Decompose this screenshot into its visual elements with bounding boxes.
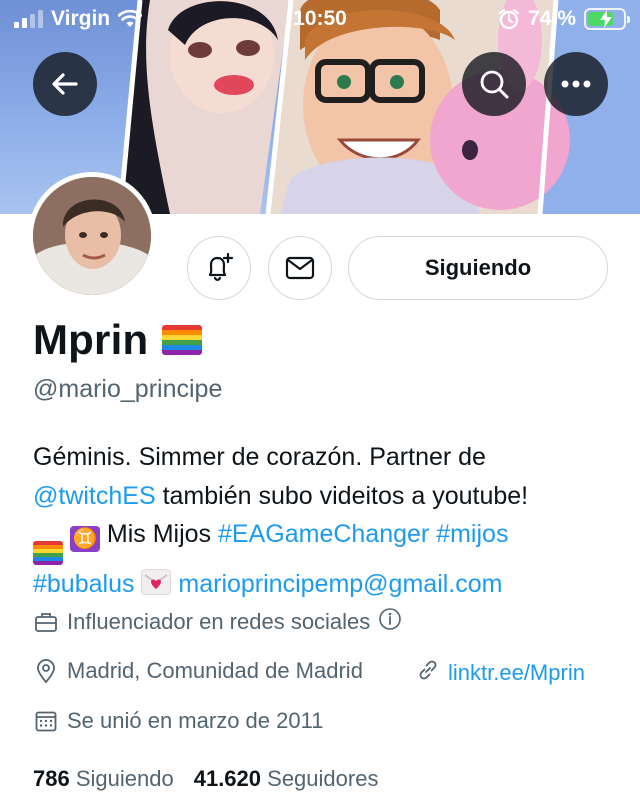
alarm-icon — [499, 8, 520, 30]
search-icon — [480, 70, 509, 99]
info-icon[interactable] — [378, 607, 402, 637]
following-label: Siguiendo — [75, 766, 174, 791]
notifications-button[interactable] — [187, 236, 251, 300]
hashtag-mijos-link[interactable]: #mijos — [436, 520, 508, 548]
link-icon — [416, 658, 440, 688]
envelope-icon — [285, 256, 315, 280]
rainbow-flag-icon — [162, 325, 203, 355]
back-button[interactable] — [33, 52, 97, 116]
following-count: 786 — [33, 766, 70, 791]
avatar-photo — [33, 177, 151, 295]
user-handle: @mario_principe — [33, 375, 223, 403]
joined-date: Se unió en marzo de 2011 — [67, 708, 324, 733]
name-row: Mprin — [33, 316, 203, 364]
battery-tip — [627, 16, 630, 23]
followers-label: Seguidores — [267, 766, 379, 791]
battery-percent: 74 % — [528, 7, 576, 30]
bio-line-2: también subo videitos a youtube! — [155, 481, 529, 510]
email-link[interactable]: marioprincipemp@gmail.com — [178, 570, 502, 598]
gemini-emoji-icon: ♊ — [69, 526, 100, 552]
following-button[interactable]: Siguiendo — [348, 236, 608, 300]
status-bar: Virgin 10:50 74 % — [0, 0, 640, 40]
website-row: linktr.ee/Mprin — [416, 658, 585, 688]
profile-avatar[interactable] — [28, 172, 156, 300]
search-button[interactable] — [462, 52, 526, 116]
profile-category: Influenciador en redes sociales — [67, 609, 371, 634]
back-arrow-icon — [52, 73, 78, 95]
charging-bolt-icon — [600, 10, 612, 28]
mention-link[interactable]: @twitchES — [33, 482, 156, 510]
status-right: 74 % — [498, 7, 630, 31]
followers-count: 41.620 — [193, 766, 262, 791]
display-name: Mprin — [33, 316, 149, 363]
bell-plus-icon — [208, 252, 234, 281]
location-row: Madrid, Comunidad de Madrid — [33, 658, 363, 684]
rainbow-flag-emoji-icon — [33, 541, 63, 565]
hashtag-bubalus-link[interactable]: #bubalus — [33, 570, 134, 598]
profile-category-row: Influenciador en redes sociales — [33, 607, 402, 637]
message-button[interactable] — [268, 236, 332, 300]
joined-row: Se unió en marzo de 2011 — [33, 708, 323, 734]
more-icon — [561, 80, 591, 88]
battery-icon — [584, 8, 630, 30]
location-pin-icon — [33, 658, 59, 684]
profile-bio: Géminis. Simmer de corazón. Partner de @… — [33, 438, 623, 604]
bio-line-3-text: Mis Mijos — [99, 520, 219, 548]
location-text: Madrid, Comunidad de Madrid — [67, 658, 363, 683]
follow-stats: 786 Siguiendo 41.620 Seguidores — [33, 766, 378, 792]
hashtag-eagamechanger-link[interactable]: #EAGameChanger — [218, 520, 429, 548]
followers-stat[interactable]: 41.620 Seguidores — [194, 766, 379, 792]
website-link[interactable]: linktr.ee/Mprin — [448, 660, 585, 686]
heart-icon — [144, 574, 168, 589]
love-letter-emoji-icon — [141, 569, 172, 595]
bio-line-1: Géminis. Simmer de corazón. Partner de — [33, 443, 486, 471]
following-stat[interactable]: 786 Siguiendo — [33, 766, 174, 792]
calendar-icon — [33, 708, 59, 734]
more-options-button[interactable] — [544, 52, 608, 116]
briefcase-icon — [33, 609, 59, 635]
